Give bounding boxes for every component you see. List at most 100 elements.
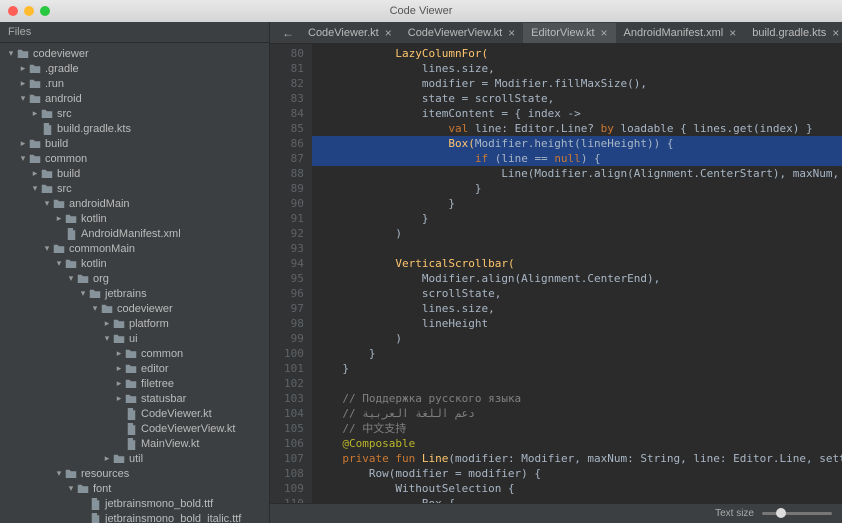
- code-line[interactable]: lines.size,: [312, 61, 842, 76]
- code-line[interactable]: WithoutSelection {: [312, 481, 842, 496]
- tree-item-resources[interactable]: ▾resources: [0, 466, 269, 481]
- tree-item--gradle[interactable]: ▸.gradle: [0, 61, 269, 76]
- tree-item-codeviewer-kt[interactable]: CodeViewer.kt: [0, 406, 269, 421]
- tree-item--run[interactable]: ▸.run: [0, 76, 269, 91]
- tree-item-codeviewer[interactable]: ▾codeviewer: [0, 46, 269, 61]
- code-line[interactable]: }: [312, 361, 842, 376]
- tab-androidmanifest-xml[interactable]: AndroidManifest.xml×: [616, 23, 745, 43]
- tree-item-codeviewerview-kt[interactable]: CodeViewerView.kt: [0, 421, 269, 436]
- chevron-down-icon[interactable]: ▾: [6, 48, 16, 59]
- chevron-down-icon[interactable]: ▾: [42, 243, 52, 254]
- tree-item-androidmanifest-xml[interactable]: AndroidManifest.xml: [0, 226, 269, 241]
- chevron-right-icon[interactable]: ▸: [114, 378, 124, 389]
- slider-thumb[interactable]: [776, 508, 786, 518]
- tree-item-kotlin[interactable]: ▾kotlin: [0, 256, 269, 271]
- code-line[interactable]: // Поддержка русского языка: [312, 391, 842, 406]
- close-icon[interactable]: ×: [385, 26, 392, 40]
- chevron-right-icon[interactable]: ▸: [114, 363, 124, 374]
- tree-item-android[interactable]: ▾android: [0, 91, 269, 106]
- chevron-right-icon[interactable]: ▸: [18, 138, 28, 149]
- chevron-down-icon[interactable]: ▾: [78, 288, 88, 299]
- code-line[interactable]: VerticalScrollbar(: [312, 256, 842, 271]
- code-line[interactable]: lines.size,: [312, 301, 842, 316]
- file-tree[interactable]: ▾codeviewer▸.gradle▸.run▾android▸srcbuil…: [0, 43, 269, 523]
- code-line[interactable]: ): [312, 331, 842, 346]
- code-line[interactable]: [312, 241, 842, 256]
- chevron-right-icon[interactable]: ▸: [18, 63, 28, 74]
- code-line[interactable]: val line: Editor.Line? by loadable { lin…: [312, 121, 842, 136]
- tree-item-platform[interactable]: ▸platform: [0, 316, 269, 331]
- code-line[interactable]: [312, 376, 842, 391]
- chevron-down-icon[interactable]: ▾: [66, 273, 76, 284]
- back-button[interactable]: ←: [276, 26, 300, 40]
- tree-item-font[interactable]: ▾font: [0, 481, 269, 496]
- code-line[interactable]: modifier = Modifier.fillMaxSize(),: [312, 76, 842, 91]
- chevron-right-icon[interactable]: ▸: [30, 168, 40, 179]
- chevron-right-icon[interactable]: ▸: [102, 453, 112, 464]
- chevron-down-icon[interactable]: ▾: [18, 153, 28, 164]
- chevron-down-icon[interactable]: ▾: [18, 93, 28, 104]
- close-icon[interactable]: ×: [508, 26, 515, 40]
- tree-item-commonmain[interactable]: ▾commonMain: [0, 241, 269, 256]
- chevron-down-icon[interactable]: ▾: [102, 333, 112, 344]
- tree-item-jetbrainsmono-bold-italic-ttf[interactable]: jetbrainsmono_bold_italic.ttf: [0, 511, 269, 523]
- chevron-down-icon[interactable]: ▾: [90, 303, 100, 314]
- tree-item-codeviewer[interactable]: ▾codeviewer: [0, 301, 269, 316]
- code-line[interactable]: // 中文支持: [312, 421, 842, 436]
- tree-item-kotlin[interactable]: ▸kotlin: [0, 211, 269, 226]
- tree-item-editor[interactable]: ▸editor: [0, 361, 269, 376]
- close-icon[interactable]: ×: [601, 26, 608, 40]
- chevron-right-icon[interactable]: ▸: [114, 393, 124, 404]
- tree-item-statusbar[interactable]: ▸statusbar: [0, 391, 269, 406]
- text-size-slider[interactable]: [762, 512, 832, 515]
- tree-item-common[interactable]: ▾common: [0, 151, 269, 166]
- tree-item-jetbrainsmono-bold-ttf[interactable]: jetbrainsmono_bold.ttf: [0, 496, 269, 511]
- tab-codeviewer-kt[interactable]: CodeViewer.kt×: [300, 23, 400, 43]
- code-line[interactable]: ): [312, 226, 842, 241]
- code-line[interactable]: Line(Modifier.align(Alignment.CenterStar…: [312, 166, 842, 181]
- chevron-down-icon[interactable]: ▾: [66, 483, 76, 494]
- tree-item-common[interactable]: ▸common: [0, 346, 269, 361]
- code-line[interactable]: @Composable: [312, 436, 842, 451]
- code-line[interactable]: }: [312, 196, 842, 211]
- code-line[interactable]: Box {: [312, 496, 842, 503]
- code-line[interactable]: Row(modifier = modifier) {: [312, 466, 842, 481]
- code-line[interactable]: }: [312, 181, 842, 196]
- tree-item-build-gradle-kts[interactable]: build.gradle.kts: [0, 121, 269, 136]
- code-line[interactable]: }: [312, 211, 842, 226]
- code-line[interactable]: itemContent = { index ->: [312, 106, 842, 121]
- tree-item-build[interactable]: ▸build: [0, 136, 269, 151]
- code-line[interactable]: }: [312, 346, 842, 361]
- tree-item-org[interactable]: ▾org: [0, 271, 269, 286]
- code-line[interactable]: state = scrollState,: [312, 91, 842, 106]
- tab-editorview-kt[interactable]: EditorView.kt×: [523, 23, 615, 43]
- tree-item-ui[interactable]: ▾ui: [0, 331, 269, 346]
- code-content[interactable]: LazyColumnFor( lines.size, modifier = Mo…: [312, 44, 842, 503]
- tab-codeviewerview-kt[interactable]: CodeViewerView.kt×: [400, 23, 523, 43]
- tree-item-jetbrains[interactable]: ▾jetbrains: [0, 286, 269, 301]
- tree-item-androidmain[interactable]: ▾androidMain: [0, 196, 269, 211]
- code-line[interactable]: scrollState,: [312, 286, 842, 301]
- code-line[interactable]: if (line == null) {: [312, 151, 842, 166]
- chevron-down-icon[interactable]: ▾: [30, 183, 40, 194]
- code-line[interactable]: Box(Modifier.height(lineHeight)) {: [312, 136, 842, 151]
- close-icon[interactable]: ×: [729, 26, 736, 40]
- chevron-right-icon[interactable]: ▸: [54, 213, 64, 224]
- chevron-right-icon[interactable]: ▸: [30, 108, 40, 119]
- code-scroll[interactable]: 8081828384858687888990919293949596979899…: [270, 44, 842, 503]
- tree-item-util[interactable]: ▸util: [0, 451, 269, 466]
- tree-item-src[interactable]: ▾src: [0, 181, 269, 196]
- tree-item-build[interactable]: ▸build: [0, 166, 269, 181]
- tree-item-mainview-kt[interactable]: MainView.kt: [0, 436, 269, 451]
- chevron-down-icon[interactable]: ▾: [42, 198, 52, 209]
- close-icon[interactable]: ×: [832, 26, 839, 40]
- code-line[interactable]: lineHeight: [312, 316, 842, 331]
- chevron-right-icon[interactable]: ▸: [18, 78, 28, 89]
- chevron-down-icon[interactable]: ▾: [54, 258, 64, 269]
- tree-item-src[interactable]: ▸src: [0, 106, 269, 121]
- chevron-down-icon[interactable]: ▾: [54, 468, 64, 479]
- code-line[interactable]: private fun Line(modifier: Modifier, max…: [312, 451, 842, 466]
- tab-build-gradle-kts[interactable]: build.gradle.kts×: [744, 23, 842, 43]
- code-line[interactable]: Modifier.align(Alignment.CenterEnd),: [312, 271, 842, 286]
- code-line[interactable]: LazyColumnFor(: [312, 46, 842, 61]
